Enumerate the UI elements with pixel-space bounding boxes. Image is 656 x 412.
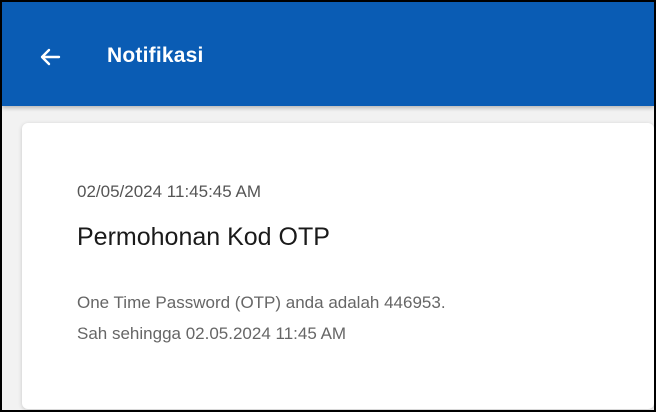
back-button[interactable] — [35, 42, 65, 72]
app-bar: Notifikasi — [2, 2, 654, 106]
arrow-left-icon — [40, 48, 61, 66]
notification-body-line: Sah sehingga 02.05.2024 11:45 AM — [77, 324, 347, 343]
page-title: Notifikasi — [107, 44, 204, 67]
notification-body-line: One Time Password (OTP) anda adalah 4469… — [77, 293, 446, 312]
notification-title: Permohonan Kod OTP — [77, 223, 330, 251]
notification-card[interactable]: 02/05/2024 11:45:45 AM Permohonan Kod OT… — [22, 123, 654, 409]
notification-timestamp: 02/05/2024 11:45:45 AM — [77, 182, 262, 201]
notification-body: One Time Password (OTP) anda adalah 4469… — [77, 287, 637, 349]
app-screen: Notifikasi 02/05/2024 11:45:45 AM Permoh… — [0, 0, 656, 412]
